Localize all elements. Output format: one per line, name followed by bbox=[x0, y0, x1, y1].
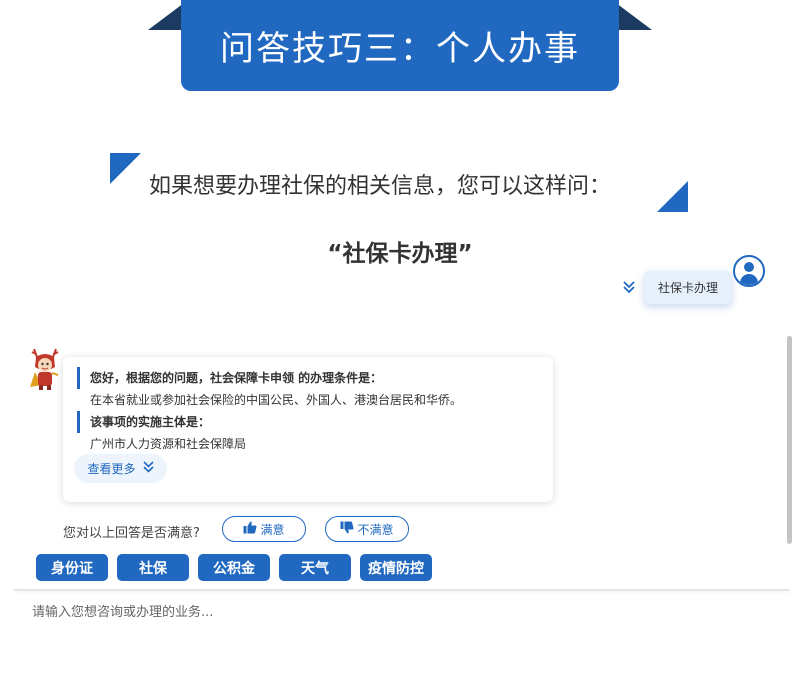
thumbs-up-icon bbox=[243, 521, 257, 537]
answer-text: 在本省就业或参加社会保险的中国公民、外国人、港澳台居民和华侨。 bbox=[90, 393, 463, 407]
title-banner: 问答技巧三：个人办事 bbox=[181, 0, 619, 91]
chip-weather[interactable]: 天气 bbox=[279, 554, 351, 581]
satisfied-button[interactable]: 满意 bbox=[222, 516, 306, 542]
answer-heading: 您好，根据您的问题，社会保障卡申领 的办理条件是： bbox=[77, 367, 539, 389]
thumbs-down-icon bbox=[340, 521, 354, 537]
user-message-text: 社保卡办理 bbox=[657, 281, 718, 295]
example-query: “社保卡办理” bbox=[327, 241, 473, 267]
chevron-double-down-icon[interactable] bbox=[623, 280, 635, 297]
view-more-button[interactable]: 查看更多 bbox=[74, 454, 167, 483]
unsatisfied-button[interactable]: 不满意 bbox=[325, 516, 409, 542]
chat-input[interactable] bbox=[30, 596, 774, 628]
banner-title: 问答技巧三：个人办事 bbox=[220, 29, 580, 69]
input-divider bbox=[14, 589, 790, 591]
corner-triangle-top-left bbox=[110, 153, 141, 184]
chat-scrollbar[interactable] bbox=[787, 336, 792, 544]
answer-text: 广州市人力资源和社会保障局 bbox=[90, 437, 247, 449]
user-message-bubble: 社保卡办理 bbox=[644, 271, 732, 304]
intro-text: 如果想要办理社保的相关信息，您可以这样问： bbox=[149, 174, 612, 199]
corner-triangle-bottom-right bbox=[657, 181, 688, 212]
mascot-icon bbox=[26, 345, 64, 391]
answer-content: 您好，根据您的问题，社会保障卡申领 的办理条件是： 在本省就业或参加社会保险的中… bbox=[77, 367, 539, 449]
user-avatar-icon bbox=[733, 255, 765, 287]
feedback-question: 您对以上回答是否满意? bbox=[63, 526, 200, 541]
chip-social-security[interactable]: 社保 bbox=[117, 554, 189, 581]
chevron-double-down-icon bbox=[142, 461, 154, 476]
unsatisfied-label: 不满意 bbox=[357, 522, 394, 537]
answer-heading: 该事项的实施主体是： bbox=[77, 411, 539, 433]
chip-housing-fund[interactable]: 公积金 bbox=[198, 554, 270, 581]
chip-id-card[interactable]: 身份证 bbox=[36, 554, 108, 581]
satisfied-label: 满意 bbox=[260, 522, 285, 537]
view-more-label: 查看更多 bbox=[87, 462, 136, 476]
bot-answer-card: 您好，根据您的问题，社会保障卡申领 的办理条件是： 在本省就业或参加社会保险的中… bbox=[63, 357, 553, 502]
chip-epidemic-control[interactable]: 疫情防控 bbox=[360, 554, 432, 581]
